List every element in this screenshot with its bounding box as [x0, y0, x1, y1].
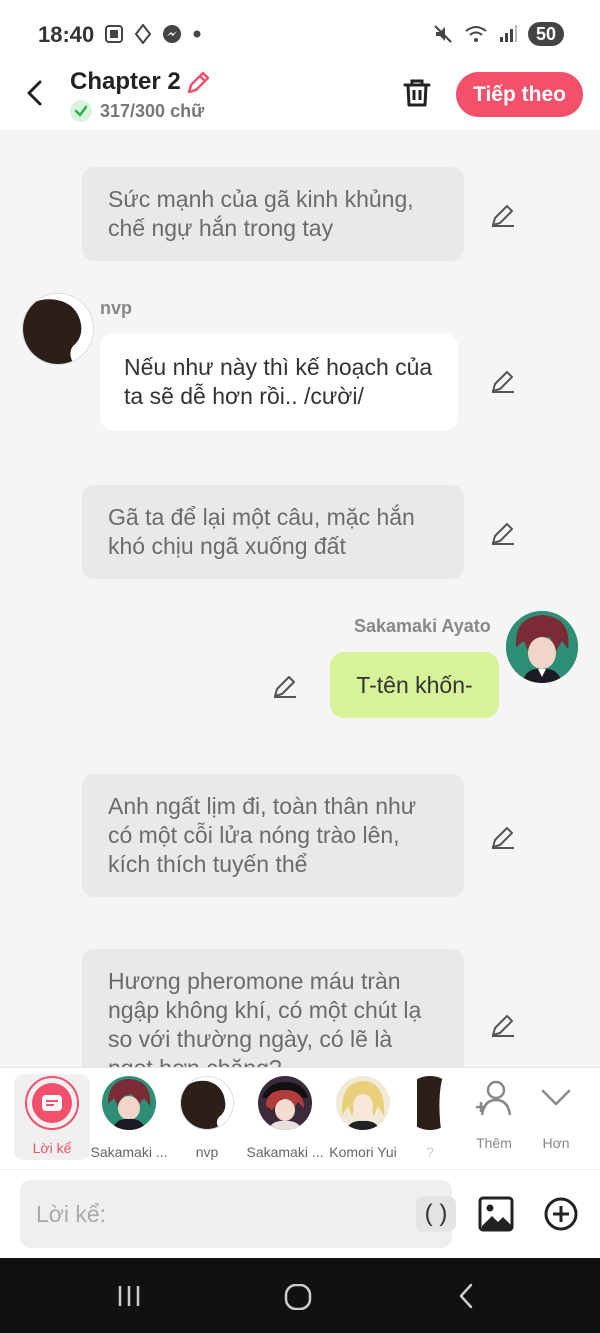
narrator-avatar [25, 1076, 79, 1130]
next-button[interactable]: Tiếp theo [456, 72, 583, 117]
message-input-box[interactable]: ( ) [20, 1180, 456, 1248]
narration-bubble[interactable]: Sức mạnh của gã kinh khủng, chế ngự hắn … [82, 167, 464, 261]
edit-message-icon[interactable] [272, 673, 298, 699]
character-name: ? [426, 1144, 434, 1160]
composer: ( ) [0, 1169, 600, 1258]
dialogue-bubble[interactable]: Nếu như này thì kế hoạch của ta sẽ dễ hơ… [100, 333, 458, 431]
collapse-label: Hơn [542, 1135, 570, 1151]
home-icon[interactable] [284, 1284, 312, 1310]
status-notification-icons [104, 24, 202, 44]
character-partial[interactable]: ? [402, 1076, 458, 1160]
dot-icon [193, 30, 201, 38]
back-button[interactable] [18, 76, 52, 110]
add-button[interactable] [543, 1196, 579, 1237]
word-count-text: 317/300 chữ [100, 100, 205, 121]
speaker-name: nvp [100, 298, 133, 318]
story-chat-area[interactable]: Sức mạnh của gã kinh khủng, chế ngự hắn … [0, 130, 600, 1067]
chapter-header: Chapter 2 317/300 chữ Tiếp theo [0, 64, 600, 130]
character-portrait-icon [506, 611, 578, 683]
system-navigation-bar [0, 1258, 600, 1333]
character-name: nvp [195, 1144, 219, 1160]
message-input[interactable] [36, 1196, 396, 1232]
status-time: 18:40 [38, 22, 95, 47]
pencil-icon [187, 71, 210, 94]
character-narrator[interactable]: Lời kể [14, 1074, 90, 1160]
edit-message-icon[interactable] [490, 202, 516, 228]
plus-circle-icon [544, 1197, 578, 1231]
narration-bubble[interactable]: Hương pheromone máu tràn ngập không khí,… [82, 949, 464, 1067]
signal-icon [499, 25, 517, 42]
silhouette-icon [23, 294, 93, 364]
check-icon [70, 100, 92, 122]
parenthesis-button[interactable]: ( ) [416, 1196, 456, 1232]
status-system-icons: 50 [432, 22, 564, 46]
character-sakamaki-2[interactable]: Sakamaki ... [246, 1076, 324, 1160]
chevron-left-icon [27, 80, 42, 106]
wifi-icon [465, 26, 487, 42]
dialogue-bubble-self[interactable]: T-tên khốn- [330, 652, 499, 718]
edit-message-icon[interactable] [490, 520, 516, 546]
character-komori-yui[interactable]: Komori Yui [324, 1076, 402, 1160]
diamond-icon [134, 24, 152, 44]
character-avatar [102, 1076, 156, 1130]
avatar-nvp[interactable] [22, 293, 94, 365]
character-avatar [336, 1076, 390, 1130]
chevron-down-icon [541, 1089, 571, 1106]
narration-bubble[interactable]: Gã ta để lại một câu, mặc hắn khó chịu n… [82, 485, 464, 579]
character-avatar [258, 1076, 312, 1130]
screenshot-icon [105, 25, 123, 43]
narration-bubble[interactable]: Anh ngất lịm đi, toàn thân như có một cỗ… [82, 774, 464, 897]
character-name: Komori Yui [329, 1144, 397, 1160]
add-character-button[interactable]: Thêm [464, 1080, 524, 1151]
messenger-icon [163, 25, 181, 43]
avatar-sakamaki-ayato[interactable] [506, 611, 578, 683]
character-name: Sakamaki ... [90, 1144, 168, 1160]
character-name: Sakamaki ... [246, 1144, 324, 1160]
add-character-label: Thêm [476, 1135, 512, 1151]
edit-title-button[interactable] [184, 69, 212, 102]
character-selector: Lời kể Sakamaki ... nvp Sakamaki ... Kom… [0, 1067, 600, 1169]
back-nav-icon[interactable] [456, 1282, 476, 1310]
collapse-button[interactable]: Hơn [526, 1080, 586, 1151]
mute-icon [434, 25, 452, 43]
character-avatar [403, 1076, 457, 1130]
character-nvp[interactable]: nvp [168, 1076, 246, 1160]
delete-button[interactable] [400, 76, 434, 110]
image-icon [478, 1196, 514, 1232]
chapter-title: Chapter 2 [70, 68, 181, 95]
add-user-icon [476, 1080, 512, 1116]
battery-indicator: 50 [527, 22, 564, 46]
image-button[interactable] [478, 1196, 514, 1237]
message-lines-icon [32, 1083, 72, 1123]
trash-icon [403, 79, 431, 107]
narrator-label: Lời kể [32, 1140, 72, 1156]
status-bar: 18:40 50 [0, 0, 600, 64]
word-count: 317/300 chữ [70, 100, 204, 122]
character-avatar [180, 1076, 234, 1130]
edit-message-icon[interactable] [490, 824, 516, 850]
edit-message-icon[interactable] [490, 368, 516, 394]
character-sakamaki-1[interactable]: Sakamaki ... [90, 1076, 168, 1160]
recents-icon[interactable] [116, 1284, 142, 1308]
edit-message-icon[interactable] [490, 1012, 516, 1038]
speaker-name: Sakamaki Ayato [354, 616, 491, 636]
